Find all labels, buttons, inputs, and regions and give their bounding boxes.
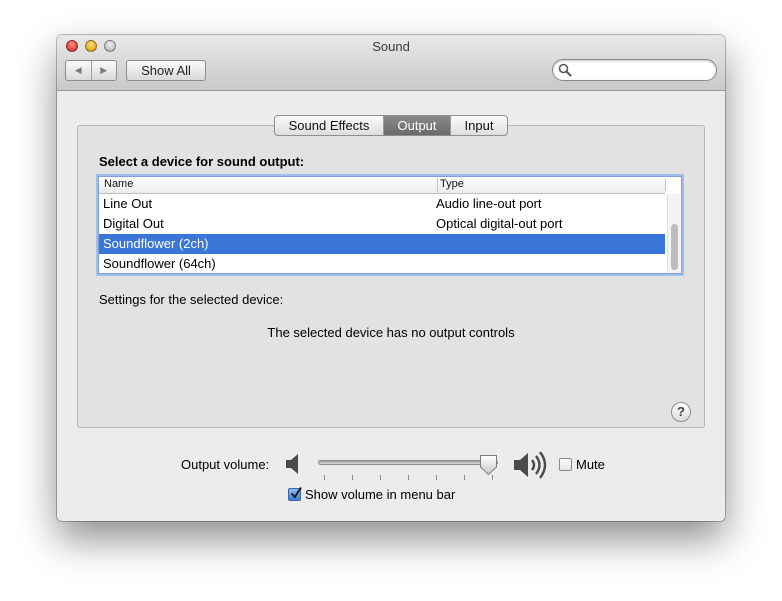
tab-bar: Sound Effects Output Input <box>274 115 508 136</box>
slider-tick <box>380 475 381 480</box>
help-icon: ? <box>677 404 685 419</box>
window-title: Sound <box>372 39 410 54</box>
speaker-high-icon <box>514 451 547 479</box>
back-forward-group: ◀ ▶ <box>65 60 117 81</box>
output-device-table[interactable]: Name Type Line Out Audio line-out port D… <box>98 176 682 274</box>
search-input[interactable] <box>575 61 714 81</box>
settings-heading: Settings for the selected device: <box>99 292 284 307</box>
checkmark-icon <box>290 486 302 499</box>
volume-slider-track[interactable] <box>318 460 498 465</box>
table-row-selected[interactable]: Soundflower (2ch) <box>99 234 665 254</box>
show-all-button[interactable]: Show All <box>126 60 206 81</box>
device-type: Optical digital-out port <box>436 216 563 231</box>
slider-tick <box>408 475 409 480</box>
table-row[interactable]: Soundflower (64ch) <box>99 254 665 274</box>
scrollbar-thumb[interactable] <box>671 224 678 270</box>
vertical-scrollbar[interactable] <box>667 194 680 273</box>
search-icon <box>558 63 572 77</box>
slider-tick <box>324 475 325 480</box>
slider-tick <box>352 475 353 480</box>
column-header-name[interactable]: Name <box>104 178 133 190</box>
device-name: Digital Out <box>103 216 164 231</box>
forward-arrow-icon: ▶ <box>100 65 108 75</box>
show-volume-in-menu-bar-label[interactable]: Show volume in menu bar <box>305 487 455 502</box>
back-arrow-icon: ◀ <box>74 65 82 75</box>
slider-tick <box>464 475 465 480</box>
volume-slider-ticks <box>318 475 498 481</box>
device-name: Soundflower (2ch) <box>103 236 209 251</box>
title-bar: Sound ◀ ▶ Show All <box>57 35 725 91</box>
device-name: Line Out <box>103 196 153 211</box>
help-button[interactable]: ? <box>671 402 691 422</box>
table-row[interactable]: Digital Out Optical digital-out port <box>99 214 665 234</box>
speaker-low-icon <box>286 454 298 474</box>
no-controls-message: The selected device has no output contro… <box>267 325 515 340</box>
tab-output[interactable]: Output <box>383 116 450 135</box>
device-list-heading: Select a device for sound output: <box>99 154 305 169</box>
device-type: Audio line-out port <box>436 196 542 211</box>
show-volume-in-menu-bar-checkbox[interactable] <box>288 486 302 501</box>
device-name: Soundflower (64ch) <box>103 256 216 271</box>
slider-tick <box>436 475 437 480</box>
sound-preferences-window: Sound ◀ ▶ Show All Sound Effects Output … <box>57 35 725 521</box>
table-header: Name Type <box>99 177 666 194</box>
tab-input[interactable]: Input <box>450 116 507 135</box>
output-volume-label: Output volume: <box>181 457 270 472</box>
tab-content-panel <box>77 125 705 428</box>
column-divider <box>665 179 666 191</box>
column-header-type[interactable]: Type <box>437 178 464 192</box>
back-button[interactable]: ◀ <box>66 61 92 80</box>
tab-sound-effects[interactable]: Sound Effects <box>275 116 383 135</box>
volume-slider-knob[interactable] <box>479 454 498 476</box>
forward-button[interactable]: ▶ <box>92 61 117 80</box>
mute-checkbox[interactable] <box>559 458 572 471</box>
mute-label[interactable]: Mute <box>576 457 605 472</box>
table-row[interactable]: Line Out Audio line-out port <box>99 194 665 214</box>
search-field[interactable] <box>552 59 717 81</box>
